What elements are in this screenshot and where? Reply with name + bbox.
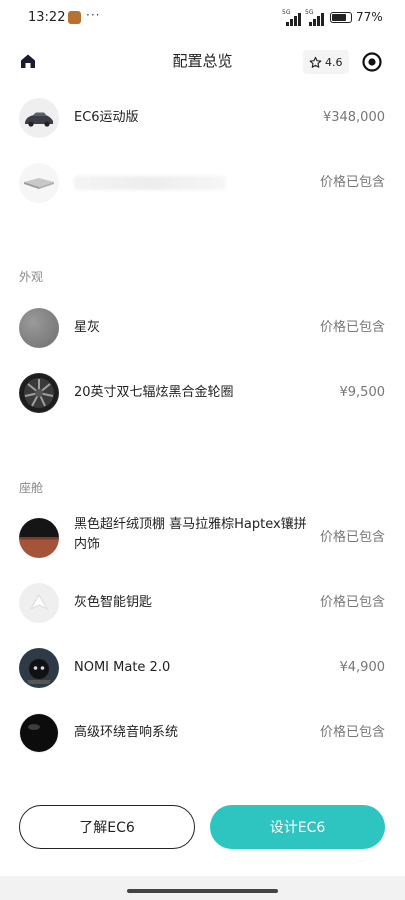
- app-notification-icon: [68, 11, 81, 24]
- status-time: 13:22: [28, 10, 66, 25]
- config-item-color[interactable]: 星灰 价格已包含: [0, 300, 405, 356]
- item-name: 星灰: [74, 320, 101, 335]
- item-price: 价格已包含: [319, 175, 385, 190]
- more-notifications-icon: ···: [86, 8, 101, 22]
- rating-badge[interactable]: 4.6: [303, 50, 349, 74]
- design-ec6-button[interactable]: 设计EC6: [210, 805, 385, 849]
- config-item-key[interactable]: 灰色智能钥匙 价格已包含: [0, 575, 405, 631]
- car-thumbnail: [19, 98, 59, 138]
- item-price: ¥348,000: [322, 110, 385, 125]
- paint-color-swatch: [19, 308, 59, 348]
- battery-percent: 77%: [356, 10, 383, 24]
- item-name: 灰色智能钥匙: [74, 595, 153, 610]
- learn-ec6-button[interactable]: 了解EC6: [19, 805, 195, 849]
- config-item-model[interactable]: EC6运动版 ¥348,000: [0, 90, 405, 146]
- star-icon: [309, 56, 322, 68]
- item-price: 价格已包含: [319, 725, 385, 740]
- config-item-wheels[interactable]: 20英寸双七辐炫黑合金轮圈 ¥9,500: [0, 365, 405, 421]
- item-name: 黑色超纤绒顶棚 喜马拉雅棕Haptex镶拼内饰: [74, 517, 307, 552]
- item-price: ¥4,900: [339, 660, 386, 675]
- item-price: ¥9,500: [339, 385, 386, 400]
- header: 配置总览 4.6: [0, 36, 405, 86]
- nomi-thumbnail: [19, 648, 59, 688]
- network-label-2: 5G: [305, 9, 314, 16]
- item-name: 20英寸双七辐炫黑合金轮圈: [74, 385, 234, 400]
- network-label-1: 5G: [282, 9, 291, 16]
- config-item-battery[interactable]: 价格已包含: [0, 155, 405, 211]
- config-item-interior[interactable]: 黑色超纤绒顶棚 喜马拉雅棕Haptex镶拼内饰 价格已包含: [0, 510, 405, 566]
- config-item-nomi[interactable]: NOMI Mate 2.0 ¥4,900: [0, 640, 405, 696]
- item-price: 价格已包含: [319, 530, 385, 545]
- screen: 13:22 ··· 5G 5G 77% 配置总览 4.6 EC6运动版 ¥348…: [0, 0, 405, 900]
- rating-value: 4.6: [325, 55, 343, 69]
- item-price: 价格已包含: [319, 595, 385, 610]
- speaker-thumbnail: [19, 713, 59, 753]
- section-title-cabin: 座舱: [19, 481, 44, 495]
- blurred-item-name: [74, 176, 226, 190]
- item-name: 高级环绕音响系统: [74, 725, 179, 740]
- battery-pack-thumbnail: [19, 163, 59, 203]
- interior-swatch: [19, 518, 59, 558]
- wheel-thumbnail: [19, 373, 59, 413]
- section-title-exterior: 外观: [19, 270, 44, 284]
- target-icon[interactable]: [361, 51, 383, 73]
- battery-icon: [330, 12, 352, 23]
- signal-icon-1: 5G: [282, 9, 304, 26]
- smart-key-thumbnail: [19, 583, 59, 623]
- item-name: EC6运动版: [74, 110, 139, 125]
- status-bar: 13:22 ··· 5G 5G 77%: [0, 0, 405, 36]
- system-nav-bar: [0, 876, 405, 900]
- item-price: 价格已包含: [319, 320, 385, 335]
- item-name: NOMI Mate 2.0: [74, 660, 171, 675]
- home-indicator[interactable]: [127, 889, 278, 893]
- signal-icon-2: 5G: [305, 9, 327, 26]
- config-item-audio[interactable]: 高级环绕音响系统 价格已包含: [0, 705, 405, 761]
